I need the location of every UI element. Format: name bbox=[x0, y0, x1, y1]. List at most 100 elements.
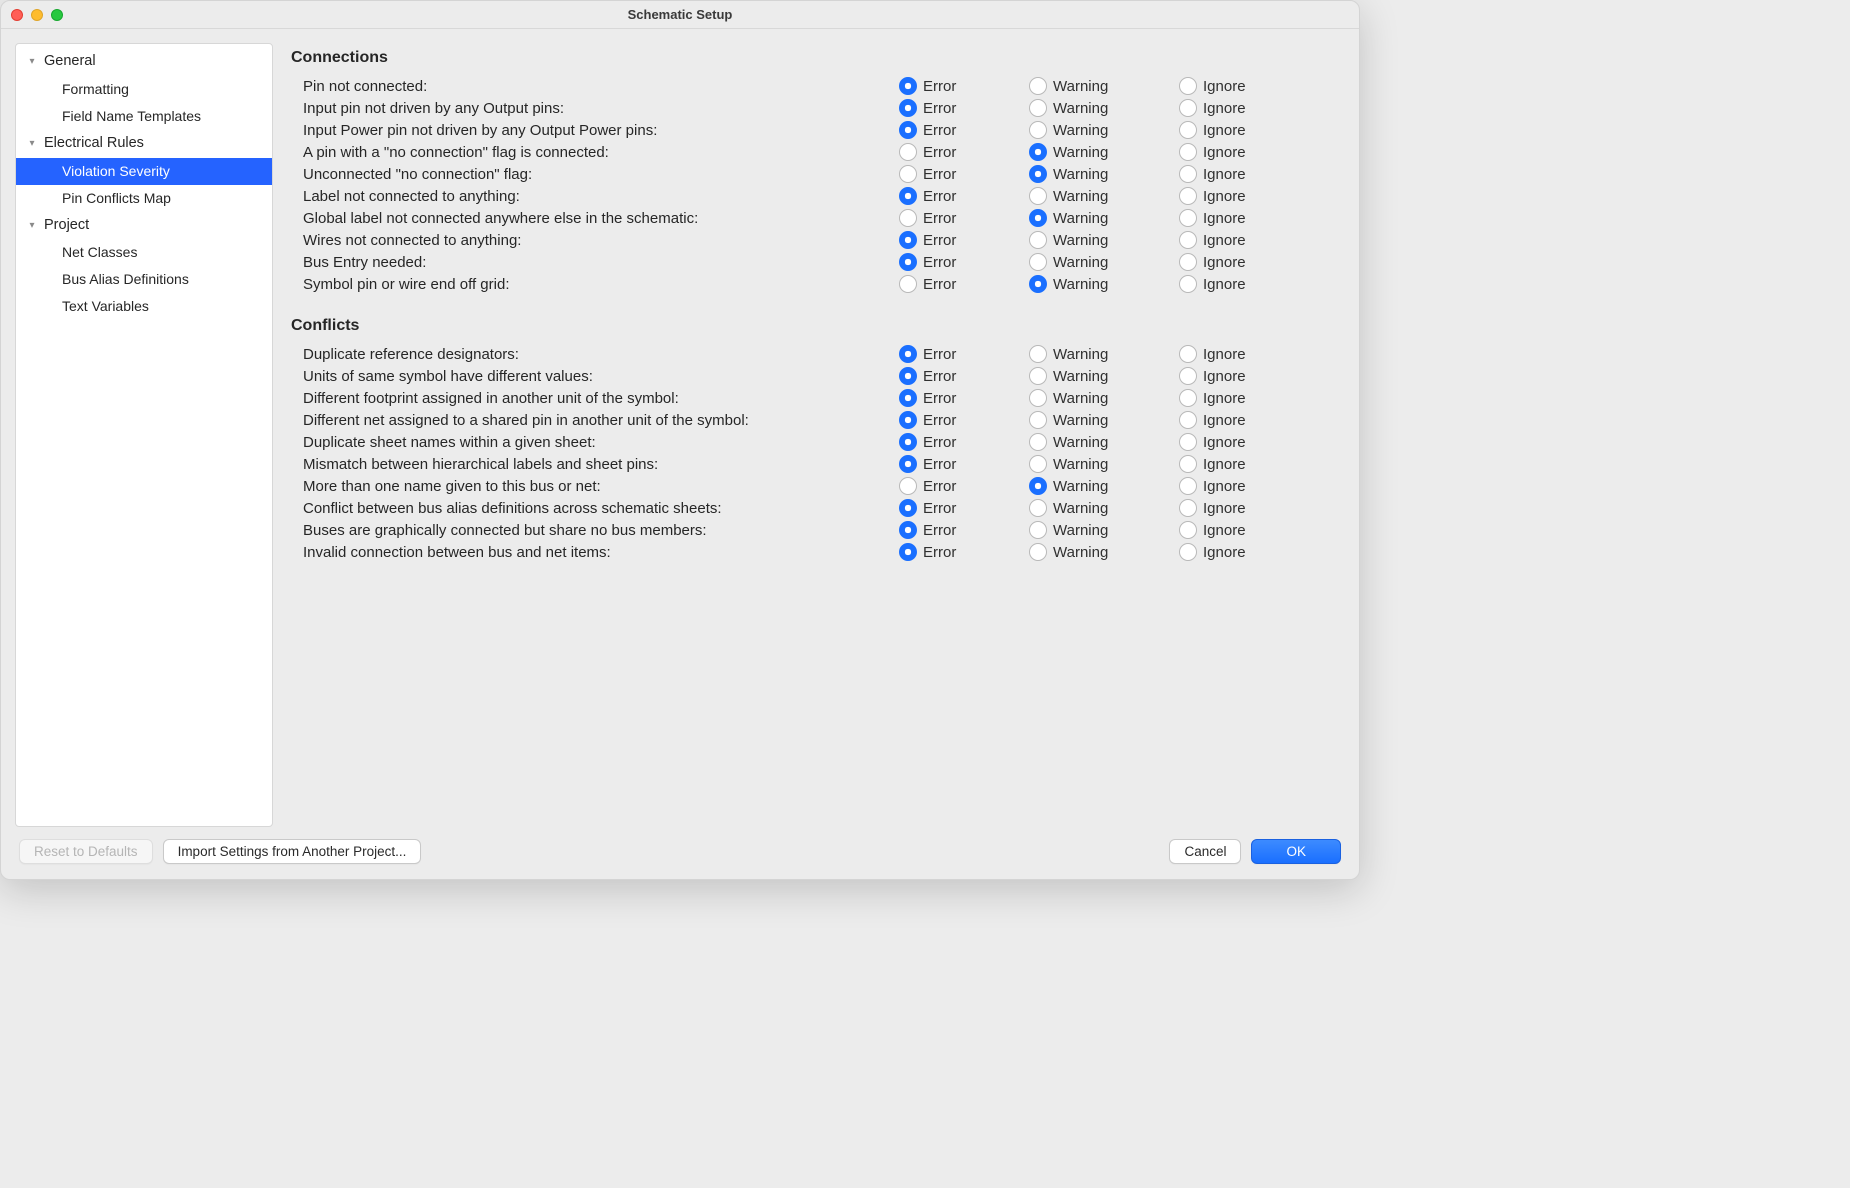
radio-icon[interactable] bbox=[899, 77, 917, 95]
radio-icon[interactable] bbox=[899, 367, 917, 385]
violation-severity-panel[interactable]: ConnectionsPin not connected:ErrorWarnin… bbox=[289, 43, 1345, 827]
tree-item-general[interactable]: ▾General bbox=[16, 48, 272, 76]
severity-option-ignore[interactable]: Ignore bbox=[1179, 521, 1289, 539]
radio-icon[interactable] bbox=[1179, 187, 1197, 205]
radio-icon[interactable] bbox=[899, 253, 917, 271]
tree-item-formatting[interactable]: Formatting bbox=[16, 76, 272, 103]
severity-option-error[interactable]: Error bbox=[899, 77, 1029, 95]
severity-option-warning[interactable]: Warning bbox=[1029, 99, 1179, 117]
reset-to-defaults-button[interactable]: Reset to Defaults bbox=[19, 839, 153, 864]
radio-icon[interactable] bbox=[1029, 121, 1047, 139]
radio-icon[interactable] bbox=[899, 121, 917, 139]
radio-icon[interactable] bbox=[899, 543, 917, 561]
radio-icon[interactable] bbox=[1029, 411, 1047, 429]
severity-option-warning[interactable]: Warning bbox=[1029, 477, 1179, 495]
radio-icon[interactable] bbox=[1029, 543, 1047, 561]
radio-icon[interactable] bbox=[1029, 187, 1047, 205]
radio-icon[interactable] bbox=[1179, 367, 1197, 385]
severity-option-ignore[interactable]: Ignore bbox=[1179, 187, 1289, 205]
radio-icon[interactable] bbox=[1029, 275, 1047, 293]
tree-item-pin-conflicts-map[interactable]: Pin Conflicts Map bbox=[16, 185, 272, 212]
import-settings-button[interactable]: Import Settings from Another Project... bbox=[163, 839, 422, 864]
cancel-button[interactable]: Cancel bbox=[1169, 839, 1241, 864]
radio-icon[interactable] bbox=[899, 165, 917, 183]
severity-option-warning[interactable]: Warning bbox=[1029, 253, 1179, 271]
severity-option-warning[interactable]: Warning bbox=[1029, 543, 1179, 561]
radio-icon[interactable] bbox=[1029, 99, 1047, 117]
radio-icon[interactable] bbox=[1179, 411, 1197, 429]
severity-option-ignore[interactable]: Ignore bbox=[1179, 543, 1289, 561]
severity-option-warning[interactable]: Warning bbox=[1029, 367, 1179, 385]
severity-option-ignore[interactable]: Ignore bbox=[1179, 389, 1289, 407]
radio-icon[interactable] bbox=[1029, 521, 1047, 539]
severity-option-ignore[interactable]: Ignore bbox=[1179, 231, 1289, 249]
radio-icon[interactable] bbox=[1029, 367, 1047, 385]
tree-item-bus-alias-definitions[interactable]: Bus Alias Definitions bbox=[16, 266, 272, 293]
radio-icon[interactable] bbox=[899, 433, 917, 451]
radio-icon[interactable] bbox=[1179, 209, 1197, 227]
chevron-down-icon[interactable]: ▾ bbox=[26, 136, 38, 151]
severity-option-warning[interactable]: Warning bbox=[1029, 143, 1179, 161]
severity-option-ignore[interactable]: Ignore bbox=[1179, 275, 1289, 293]
severity-option-error[interactable]: Error bbox=[899, 499, 1029, 517]
severity-option-ignore[interactable]: Ignore bbox=[1179, 367, 1289, 385]
radio-icon[interactable] bbox=[1179, 275, 1197, 293]
radio-icon[interactable] bbox=[1179, 99, 1197, 117]
severity-option-error[interactable]: Error bbox=[899, 455, 1029, 473]
severity-option-ignore[interactable]: Ignore bbox=[1179, 411, 1289, 429]
settings-tree[interactable]: ▾GeneralFormattingField Name Templates▾E… bbox=[15, 43, 273, 827]
severity-option-warning[interactable]: Warning bbox=[1029, 389, 1179, 407]
severity-option-error[interactable]: Error bbox=[899, 389, 1029, 407]
severity-option-warning[interactable]: Warning bbox=[1029, 77, 1179, 95]
severity-option-warning[interactable]: Warning bbox=[1029, 521, 1179, 539]
severity-option-error[interactable]: Error bbox=[899, 543, 1029, 561]
severity-option-warning[interactable]: Warning bbox=[1029, 411, 1179, 429]
radio-icon[interactable] bbox=[1179, 165, 1197, 183]
severity-option-error[interactable]: Error bbox=[899, 433, 1029, 451]
severity-option-ignore[interactable]: Ignore bbox=[1179, 121, 1289, 139]
severity-option-warning[interactable]: Warning bbox=[1029, 165, 1179, 183]
radio-icon[interactable] bbox=[1029, 231, 1047, 249]
radio-icon[interactable] bbox=[1179, 253, 1197, 271]
severity-option-ignore[interactable]: Ignore bbox=[1179, 209, 1289, 227]
severity-option-ignore[interactable]: Ignore bbox=[1179, 99, 1289, 117]
severity-option-warning[interactable]: Warning bbox=[1029, 187, 1179, 205]
ok-button[interactable]: OK bbox=[1251, 839, 1341, 864]
severity-option-ignore[interactable]: Ignore bbox=[1179, 143, 1289, 161]
tree-item-project[interactable]: ▾Project bbox=[16, 212, 272, 240]
radio-icon[interactable] bbox=[899, 345, 917, 363]
severity-option-error[interactable]: Error bbox=[899, 275, 1029, 293]
severity-option-warning[interactable]: Warning bbox=[1029, 345, 1179, 363]
radio-icon[interactable] bbox=[899, 275, 917, 293]
severity-option-warning[interactable]: Warning bbox=[1029, 499, 1179, 517]
radio-icon[interactable] bbox=[1029, 209, 1047, 227]
radio-icon[interactable] bbox=[1029, 345, 1047, 363]
radio-icon[interactable] bbox=[1179, 389, 1197, 407]
severity-option-ignore[interactable]: Ignore bbox=[1179, 165, 1289, 183]
severity-option-error[interactable]: Error bbox=[899, 165, 1029, 183]
severity-option-error[interactable]: Error bbox=[899, 521, 1029, 539]
severity-option-error[interactable]: Error bbox=[899, 231, 1029, 249]
severity-option-ignore[interactable]: Ignore bbox=[1179, 477, 1289, 495]
radio-icon[interactable] bbox=[899, 389, 917, 407]
radio-icon[interactable] bbox=[899, 187, 917, 205]
radio-icon[interactable] bbox=[1029, 165, 1047, 183]
severity-option-error[interactable]: Error bbox=[899, 367, 1029, 385]
severity-option-warning[interactable]: Warning bbox=[1029, 433, 1179, 451]
radio-icon[interactable] bbox=[899, 521, 917, 539]
radio-icon[interactable] bbox=[899, 499, 917, 517]
radio-icon[interactable] bbox=[1179, 143, 1197, 161]
radio-icon[interactable] bbox=[1029, 389, 1047, 407]
severity-option-error[interactable]: Error bbox=[899, 209, 1029, 227]
radio-icon[interactable] bbox=[1029, 455, 1047, 473]
severity-option-ignore[interactable]: Ignore bbox=[1179, 499, 1289, 517]
tree-item-text-variables[interactable]: Text Variables bbox=[16, 293, 272, 320]
radio-icon[interactable] bbox=[899, 477, 917, 495]
severity-option-warning[interactable]: Warning bbox=[1029, 121, 1179, 139]
severity-option-error[interactable]: Error bbox=[899, 477, 1029, 495]
radio-icon[interactable] bbox=[1179, 455, 1197, 473]
radio-icon[interactable] bbox=[1179, 121, 1197, 139]
radio-icon[interactable] bbox=[1179, 521, 1197, 539]
severity-option-warning[interactable]: Warning bbox=[1029, 209, 1179, 227]
severity-option-warning[interactable]: Warning bbox=[1029, 275, 1179, 293]
